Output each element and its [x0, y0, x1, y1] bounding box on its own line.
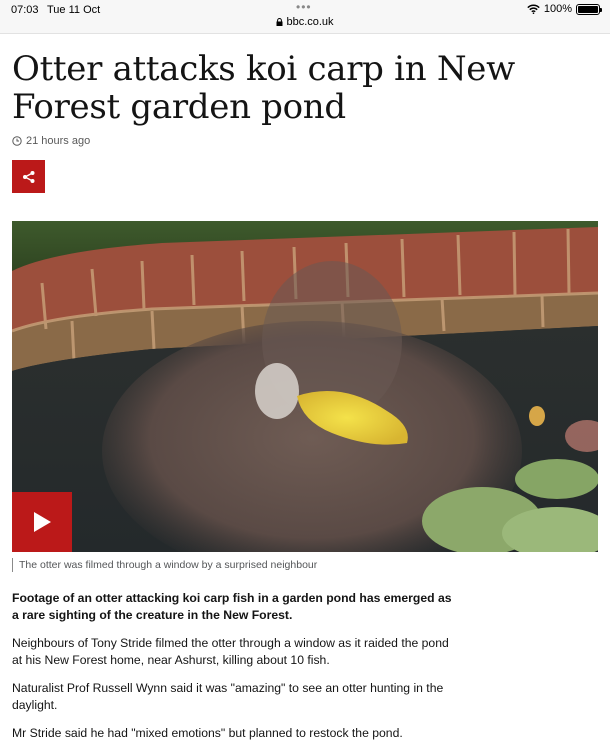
- address-bar[interactable]: bbc.co.uk: [0, 16, 610, 28]
- video-player[interactable]: [12, 221, 598, 552]
- article-headline: Otter attacks koi carp in New Forest gar…: [12, 49, 515, 127]
- wifi-icon: [527, 4, 540, 14]
- timestamp-text: 21 hours ago: [26, 135, 91, 147]
- status-date: Tue 11 Oct: [47, 4, 101, 16]
- article-paragraph: Mr Stride said he had "mixed emotions" b…: [12, 726, 403, 740]
- video-still-image: [12, 221, 598, 552]
- more-dots-icon[interactable]: •••: [296, 0, 312, 14]
- play-icon: [34, 512, 51, 532]
- status-icons: 100%: [527, 3, 602, 15]
- article-body: Footage of an otter attacking koi carp f…: [12, 590, 452, 750]
- status-time: 07:03: [11, 4, 39, 16]
- battery-percent: 100%: [543, 3, 572, 15]
- video-caption: The otter was filmed through a window by…: [12, 558, 317, 572]
- clock-icon: [12, 136, 22, 146]
- url-text: bbc.co.uk: [286, 16, 334, 28]
- share-button[interactable]: [12, 160, 45, 193]
- article-paragraph: Naturalist Prof Russell Wynn said it was…: [12, 681, 444, 712]
- play-button[interactable]: [12, 492, 72, 552]
- article-lead: Footage of an otter attacking koi carp f…: [12, 591, 452, 622]
- article-paragraph: Neighbours of Tony Stride filmed the ott…: [12, 636, 449, 667]
- battery-icon: [576, 3, 602, 15]
- browser-status-bar: 07:03 Tue 11 Oct ••• bbc.co.uk 100%: [0, 0, 610, 34]
- article-timestamp: 21 hours ago: [12, 135, 90, 147]
- share-icon: [22, 170, 34, 183]
- lock-icon: [276, 18, 283, 26]
